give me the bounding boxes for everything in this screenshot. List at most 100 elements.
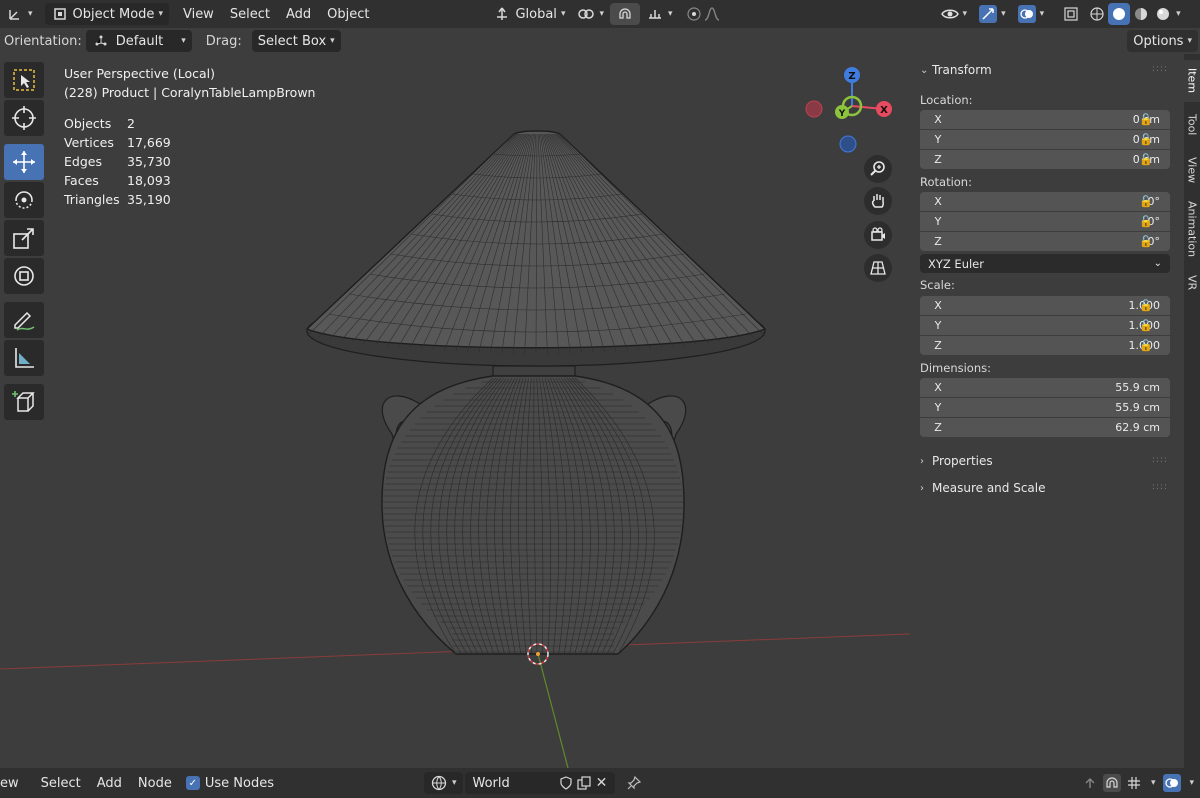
transform-section-header[interactable]: ⌄ Transform: [920, 63, 992, 77]
cursor-tool[interactable]: [4, 100, 44, 136]
ortho-toggle-button[interactable]: [864, 254, 892, 282]
drag-grip-icon[interactable]: ::::: [1152, 64, 1168, 74]
tab-item[interactable]: Item: [1184, 60, 1200, 102]
menu-view[interactable]: View: [175, 3, 222, 25]
tab-vr[interactable]: VR: [1184, 268, 1200, 298]
navigation-gizmo[interactable]: Z X Y: [800, 62, 900, 162]
move-tool[interactable]: [4, 144, 44, 180]
unlock-icon[interactable]: 🔓: [1138, 339, 1154, 353]
options-label: Options: [1133, 33, 1184, 49]
location-y-field[interactable]: Y0 cm: [920, 130, 1170, 149]
scale-y-field[interactable]: Y 1.000: [920, 316, 1170, 335]
location-x-field[interactable]: X0 cm: [920, 110, 1170, 129]
rotation-z-field[interactable]: Z 0°: [920, 232, 1170, 251]
snap-grid-icon[interactable]: [1125, 774, 1143, 792]
properties-section-header[interactable]: › Properties: [920, 454, 993, 468]
overlays-toggle[interactable]: ▾: [1012, 3, 1051, 25]
menu-node[interactable]: Node: [130, 776, 180, 791]
axis-label: X: [934, 299, 942, 312]
orientation-gizmo-icon: [92, 32, 110, 50]
close-icon[interactable]: ✕: [593, 774, 611, 792]
lamp-mesh[interactable]: [305, 130, 767, 655]
unlock-icon[interactable]: 🔓: [1138, 153, 1154, 167]
rotation-mode-dropdown[interactable]: XYZ Euler ⌄: [920, 254, 1170, 273]
zoom-button[interactable]: [864, 155, 892, 183]
rotate-tool[interactable]: [4, 182, 44, 218]
editor-type-button[interactable]: ▾: [0, 3, 39, 25]
use-nodes-checkbox[interactable]: ✓ Use Nodes: [185, 776, 274, 791]
drag-grip-icon[interactable]: ::::: [1152, 455, 1168, 465]
annotate-tool[interactable]: [4, 302, 44, 338]
scale-x-field[interactable]: X 1.000: [920, 296, 1170, 315]
scale-z-field[interactable]: Z 1.000: [920, 336, 1170, 355]
proportional-edit-toggle[interactable]: [679, 3, 727, 25]
camera-view-button[interactable]: [864, 221, 892, 249]
location-z-field[interactable]: Z0 cm: [920, 150, 1170, 169]
unlock-icon[interactable]: 🔓: [1138, 113, 1154, 127]
pivot-point-dropdown[interactable]: ▾: [571, 3, 610, 25]
shading-rendered-button[interactable]: ▾: [1152, 3, 1183, 25]
menu-object[interactable]: Object: [319, 3, 377, 25]
transform-label: Transform: [932, 63, 992, 77]
unlock-icon[interactable]: 🔓: [1138, 235, 1154, 249]
add-cube-tool[interactable]: [4, 384, 44, 420]
orientation-icon: [493, 5, 511, 23]
scale-tool[interactable]: [4, 220, 44, 256]
drag-dropdown[interactable]: Select Box ▾: [251, 30, 341, 52]
rotation-x-field[interactable]: X 0°: [920, 192, 1170, 211]
axis-label: X: [934, 195, 942, 208]
duplicate-icon[interactable]: [575, 774, 593, 792]
menu-add[interactable]: Add: [89, 776, 130, 791]
select-box-tool[interactable]: [4, 62, 44, 98]
gizmo-toggle[interactable]: ▾: [973, 3, 1012, 25]
wireframe-sphere-icon: [1088, 5, 1106, 23]
options-dropdown[interactable]: Options ▾: [1127, 30, 1198, 52]
shading-material-button[interactable]: [1130, 3, 1152, 25]
unlock-icon[interactable]: 🔓: [1138, 195, 1154, 209]
pan-button[interactable]: [864, 187, 892, 215]
dimensions-y-field[interactable]: Y 55.9 cm: [920, 398, 1170, 417]
tab-tool[interactable]: Tool: [1184, 106, 1200, 144]
mode-dropdown[interactable]: Object Mode ▾: [44, 3, 169, 25]
menu-add[interactable]: Add: [278, 3, 319, 25]
drag-grip-icon[interactable]: ::::: [1152, 482, 1168, 492]
unlock-icon[interactable]: 🔓: [1138, 133, 1154, 147]
snap-magnet-icon[interactable]: [1102, 774, 1121, 792]
menu-select[interactable]: Select: [222, 3, 278, 25]
measure-section-header[interactable]: › Measure and Scale: [920, 481, 1046, 495]
dimensions-x-field[interactable]: X 55.9 cm: [920, 378, 1170, 397]
tab-animation[interactable]: Animation: [1184, 196, 1200, 262]
shading-solid-button[interactable]: [1108, 3, 1131, 25]
chevron-down-icon: ▾: [28, 9, 33, 19]
unlock-icon[interactable]: 🔓: [1138, 319, 1154, 333]
checkmark-icon: ✓: [185, 776, 200, 790]
dimensions-z-field[interactable]: Z 62.9 cm: [920, 418, 1170, 437]
measure-tool[interactable]: [4, 340, 44, 376]
parent-node-icon[interactable]: [1081, 774, 1099, 792]
shading-wireframe-button[interactable]: [1086, 3, 1108, 25]
xray-toggle[interactable]: [1056, 3, 1086, 25]
visibility-dropdown[interactable]: ▾: [935, 3, 974, 25]
orientation-label: Global: [515, 6, 557, 22]
measure-label: Measure and Scale: [932, 481, 1046, 495]
orientation-dropdown[interactable]: Default ▾: [85, 30, 192, 52]
snap-toggle[interactable]: [610, 3, 640, 25]
gizmo-neg-x[interactable]: [805, 100, 823, 118]
rotation-y-field[interactable]: Y 0°: [920, 212, 1170, 231]
stat-value: 18,093: [127, 173, 171, 188]
overlays-icon[interactable]: [1163, 774, 1182, 792]
stat-value: 17,669: [127, 135, 171, 150]
tab-view[interactable]: View: [1184, 150, 1200, 190]
world-name-field[interactable]: World: [464, 772, 553, 794]
menu-view[interactable]: ew: [0, 776, 27, 791]
snap-target-dropdown[interactable]: ▾: [640, 3, 679, 25]
gizmo-neg-z[interactable]: [839, 135, 857, 153]
fake-user-shield-icon[interactable]: [557, 774, 575, 792]
pin-icon[interactable]: [625, 774, 643, 792]
menu-select[interactable]: Select: [33, 776, 89, 791]
unlock-icon[interactable]: 🔓: [1138, 299, 1154, 313]
unlock-icon[interactable]: 🔓: [1138, 215, 1154, 229]
transform-tool[interactable]: [4, 258, 44, 294]
transform-orientation-dropdown[interactable]: Global ▾: [487, 3, 571, 25]
world-browse-button[interactable]: ▾: [423, 772, 463, 794]
